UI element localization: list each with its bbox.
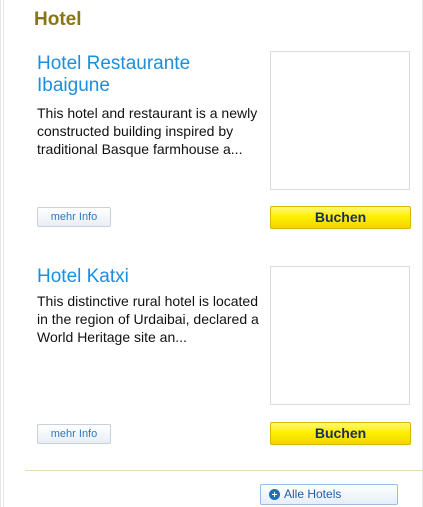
more-info-button[interactable]: mehr Info [37,424,111,444]
section-title: Hotel [34,9,82,30]
all-hotels-button[interactable]: Alle Hotels [260,484,398,505]
divider [25,470,423,471]
book-button[interactable]: Buchen [270,206,411,229]
hotel-description: This hotel and restaurant is a newly con… [37,105,258,157]
plus-circle-icon [269,489,280,500]
hotel-name-link[interactable]: Hotel Katxi [37,266,252,288]
hotel-name-link[interactable]: Hotel Restaurante Ibaigune [37,53,252,97]
book-button[interactable]: Buchen [270,422,411,445]
hotel-thumbnail[interactable] [270,266,410,405]
all-hotels-label: Alle Hotels [284,487,342,501]
hotel-thumbnail[interactable] [270,51,410,190]
more-info-button[interactable]: mehr Info [37,207,111,227]
hotel-widget: Hotel Hotel Restaurante Ibaigune This ho… [0,0,423,507]
hotel-description: This distinctive rural hotel is located … [37,293,259,345]
